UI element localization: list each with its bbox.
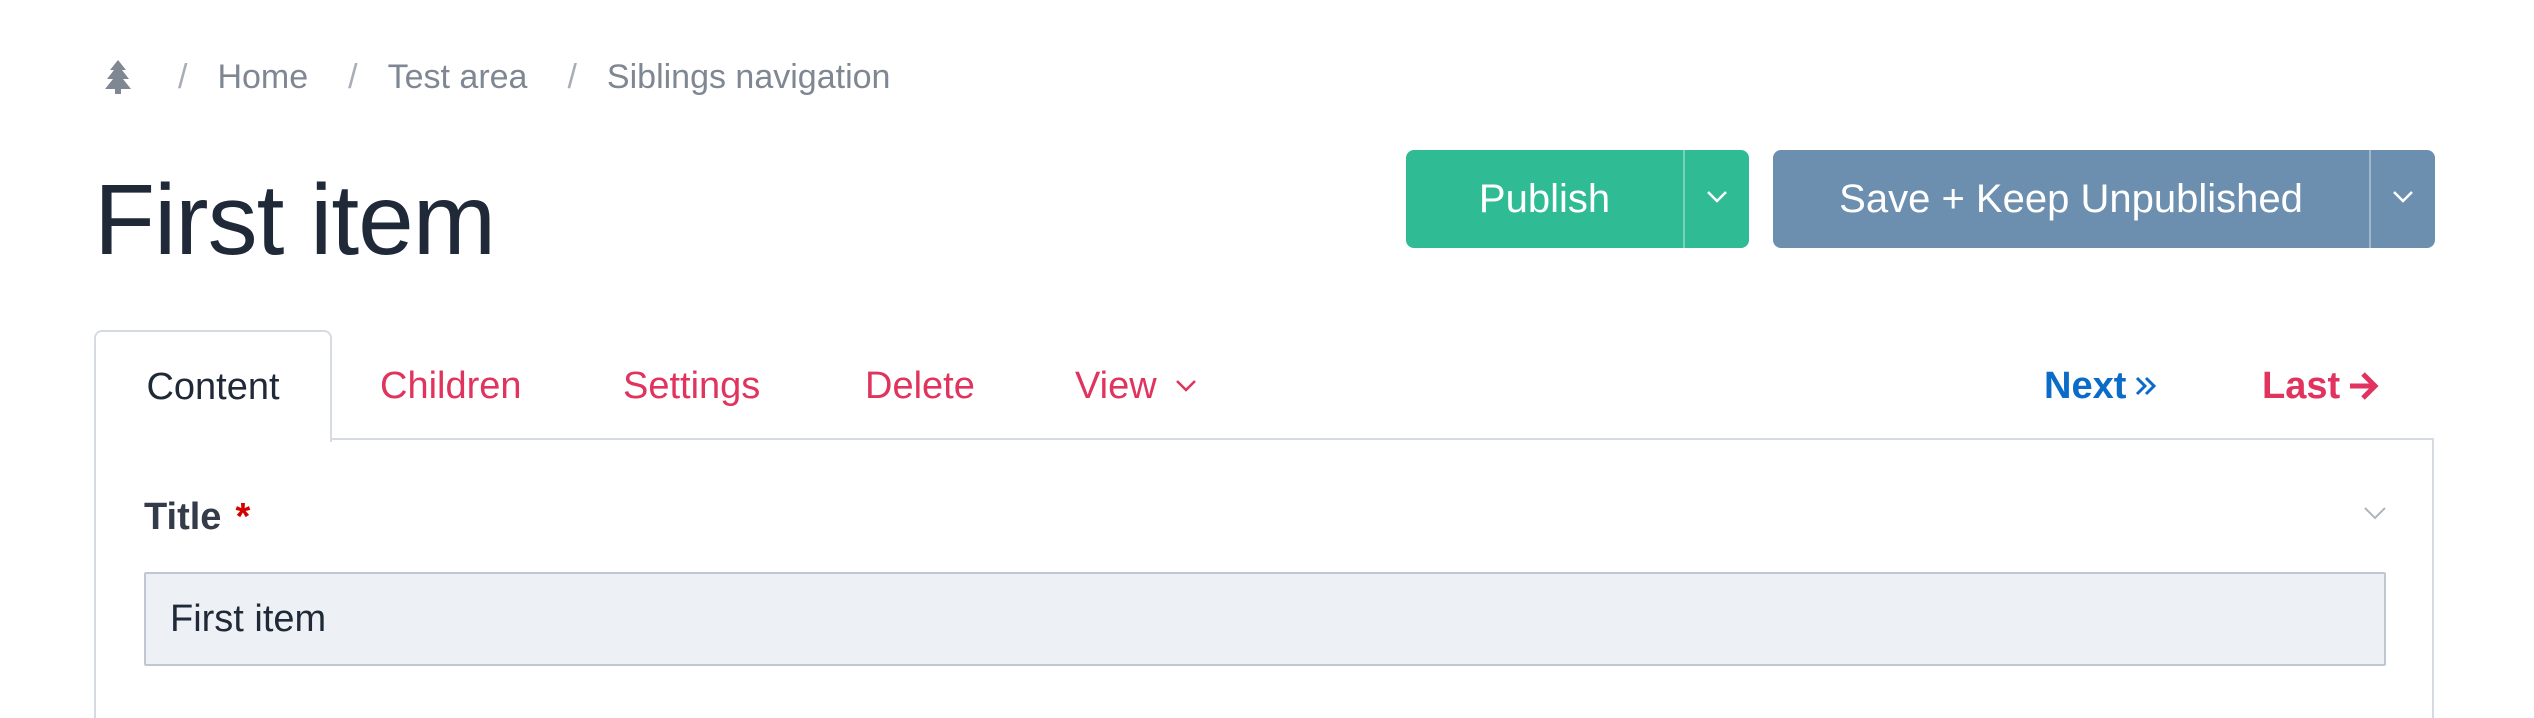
- breadcrumb-test-area-link[interactable]: Test area: [388, 58, 528, 97]
- chevron-down-icon: [2392, 190, 2414, 209]
- save-button-group: Save + Keep Unpublished: [1773, 150, 2435, 248]
- last-sibling-link[interactable]: Last: [2262, 360, 2380, 412]
- page: / Home / Test area / Siblings navigation…: [0, 0, 2534, 718]
- breadcrumb-separator: /: [348, 57, 358, 96]
- arrow-right-icon: [2348, 371, 2380, 401]
- publish-button-group: Publish: [1406, 150, 1749, 248]
- breadcrumb-separator: /: [178, 57, 188, 96]
- save-options-toggle[interactable]: [2369, 150, 2435, 248]
- chevron-down-icon: [2363, 506, 2387, 525]
- tab-settings[interactable]: Settings: [623, 360, 760, 412]
- page-title: First item: [94, 164, 496, 276]
- next-sibling-link[interactable]: Next: [2044, 360, 2158, 412]
- tab-delete[interactable]: Delete: [865, 360, 975, 412]
- last-label: Last: [2262, 364, 2341, 407]
- next-label: Next: [2044, 364, 2127, 407]
- breadcrumb-home-link[interactable]: Home: [217, 58, 308, 97]
- publish-button[interactable]: Publish: [1406, 150, 1683, 248]
- tab-view-label: View: [1075, 364, 1157, 407]
- chevron-down-icon: [1706, 190, 1728, 209]
- field-collapse-toggle[interactable]: [2358, 498, 2392, 532]
- publish-options-toggle[interactable]: [1683, 150, 1749, 248]
- save-keep-unpublished-button[interactable]: Save + Keep Unpublished: [1773, 150, 2369, 248]
- tab-children[interactable]: Children: [380, 360, 522, 412]
- breadcrumb-siblings-navigation-link[interactable]: Siblings navigation: [607, 58, 891, 97]
- title-label-text: Title: [144, 495, 222, 538]
- breadcrumb-separator: /: [567, 57, 577, 96]
- breadcrumb: / Home / Test area / Siblings navigation: [100, 52, 890, 102]
- title-input[interactable]: [144, 572, 2386, 666]
- tab-content[interactable]: Content: [94, 330, 332, 442]
- tab-view[interactable]: View: [1075, 360, 1197, 412]
- double-chevron-right-icon: [2134, 374, 2158, 398]
- tab-active-underline-cover: [96, 436, 330, 442]
- tree-icon[interactable]: [100, 57, 136, 97]
- chevron-down-icon: [1175, 379, 1197, 393]
- title-field-label: Title *: [144, 490, 250, 544]
- required-indicator: *: [235, 495, 251, 538]
